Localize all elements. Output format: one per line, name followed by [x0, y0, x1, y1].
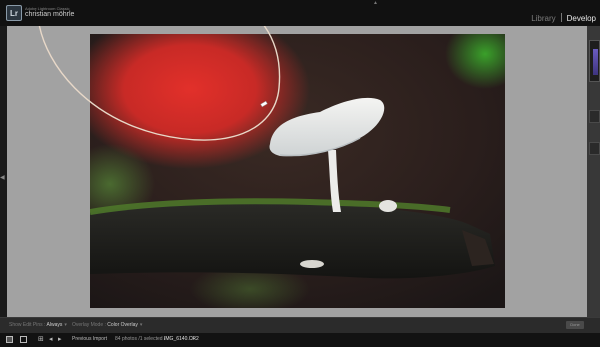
image-canvas[interactable]	[7, 26, 587, 317]
main-area: ◀	[0, 26, 600, 317]
lightroom-logo: Lr	[6, 5, 22, 21]
filmstrip-bar: ⊞ ◂ ▸ Previous Import 84 photos /1 selec…	[0, 333, 600, 347]
show-edit-pins-label: Show Edit Pins :	[9, 322, 46, 328]
grid-view-icon[interactable]: ⊞	[38, 335, 44, 345]
show-edit-pins-value[interactable]: Always	[47, 322, 63, 328]
photo-count: 84 photos /1 selected /	[115, 336, 166, 342]
arrow-right-icon[interactable]: ▸	[58, 335, 62, 345]
mushroom-photo	[90, 34, 505, 308]
overlay-mode[interactable]: Overlay Mode : Color Overlay ▾	[72, 322, 142, 328]
left-panel-toggle-icon[interactable]: ◀	[0, 174, 5, 181]
caret-down-icon[interactable]: ▾	[192, 336, 195, 342]
develop-toolbar: Show Edit Pins : Always ▾ Overlay Mode : …	[0, 317, 600, 333]
left-panel-collapsed: ◀	[0, 26, 7, 317]
user-name: christian möhrle	[25, 11, 75, 18]
top-bar: Lr Adobe Lightroom Classic christian möh…	[0, 0, 600, 26]
module-picker: Library Develop	[531, 13, 596, 23]
single-view-icon[interactable]	[6, 336, 13, 343]
caret-down-icon[interactable]: ▾	[64, 322, 67, 328]
module-divider	[560, 13, 562, 22]
source-label[interactable]: Previous Import	[72, 336, 107, 342]
grid-icon[interactable]	[20, 336, 27, 343]
done-button[interactable]: Done	[566, 321, 584, 329]
arrow-left-icon[interactable]: ◂	[49, 335, 53, 345]
top-panel-toggle-icon[interactable]: ▲	[373, 0, 378, 6]
overlay-mode-value[interactable]: Color Overlay	[107, 322, 138, 328]
photo-preview[interactable]	[90, 34, 505, 308]
caret-down-icon[interactable]: ▾	[140, 322, 143, 328]
module-library[interactable]: Library	[531, 14, 555, 23]
panel-header[interactable]	[589, 142, 600, 155]
overlay-mode-label: Overlay Mode :	[72, 322, 106, 328]
module-develop[interactable]: Develop	[567, 14, 596, 23]
right-panel-collapsed	[587, 26, 600, 317]
show-edit-pins[interactable]: Show Edit Pins : Always ▾	[9, 322, 67, 328]
panel-header[interactable]	[589, 110, 600, 123]
histogram-thumb	[589, 40, 600, 82]
